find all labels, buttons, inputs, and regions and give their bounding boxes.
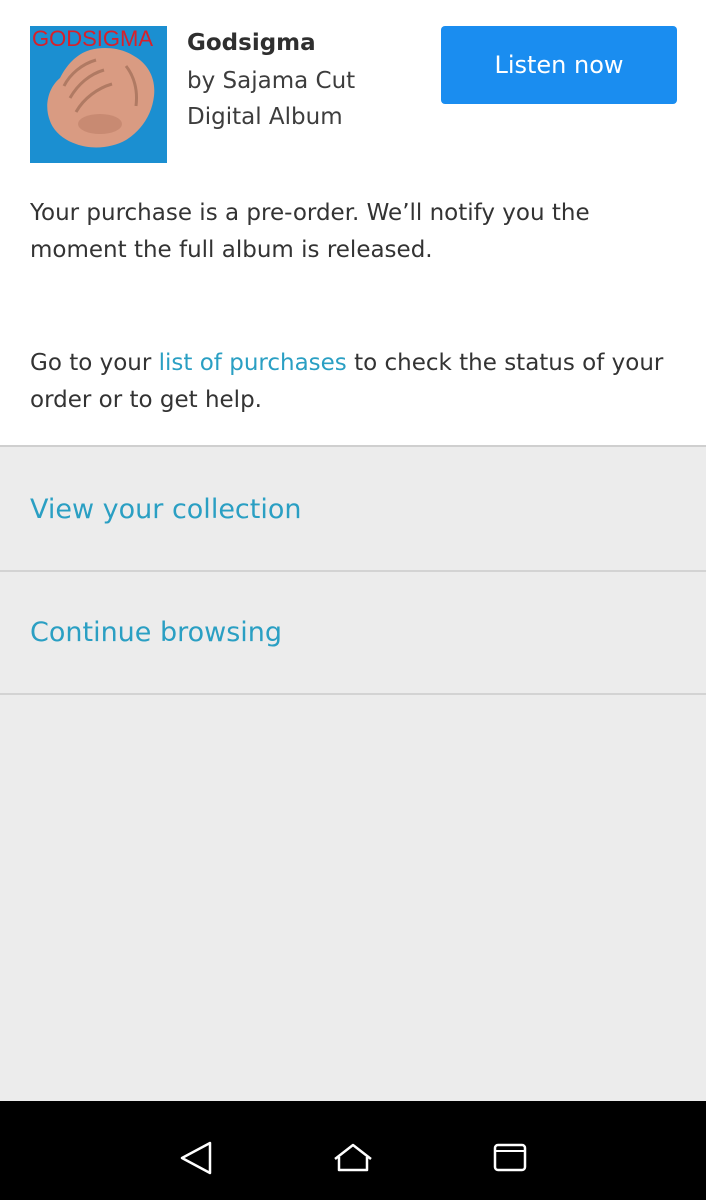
album-title: Godsigma: [187, 30, 316, 56]
list-of-purchases-link[interactable]: list of purchases: [159, 350, 347, 376]
home-icon: [334, 1143, 372, 1172]
continue-browsing-row[interactable]: Continue browsing: [0, 572, 706, 695]
preorder-notice: Your purchase is a pre-order. We’ll noti…: [30, 200, 590, 263]
listen-now-button[interactable]: Listen now: [441, 26, 677, 104]
back-triangle-icon: [180, 1141, 212, 1175]
view-collection-row[interactable]: View your collection: [0, 449, 706, 572]
status-text-before: Go to your: [30, 350, 159, 376]
order-status-help: Go to your list of purchases to check th…: [30, 345, 670, 419]
back-button[interactable]: [138, 1101, 258, 1200]
cover-title-text: GODSIGMA: [32, 26, 154, 51]
recent-apps-button[interactable]: [450, 1101, 570, 1200]
recent-apps-icon: [493, 1143, 527, 1172]
system-navigation-bar: [0, 1101, 706, 1200]
view-collection-link[interactable]: View your collection: [30, 494, 302, 525]
continue-browsing-link[interactable]: Continue browsing: [30, 617, 282, 648]
album-artist: by Sajama Cut: [187, 68, 356, 94]
album-cover[interactable]: GODSIGMA: [30, 26, 167, 163]
purchase-summary-panel: GODSIGMA Godsigma by Sajama Cut Digital …: [0, 0, 706, 447]
home-button[interactable]: [293, 1101, 413, 1200]
album-format: Digital Album: [187, 104, 343, 130]
